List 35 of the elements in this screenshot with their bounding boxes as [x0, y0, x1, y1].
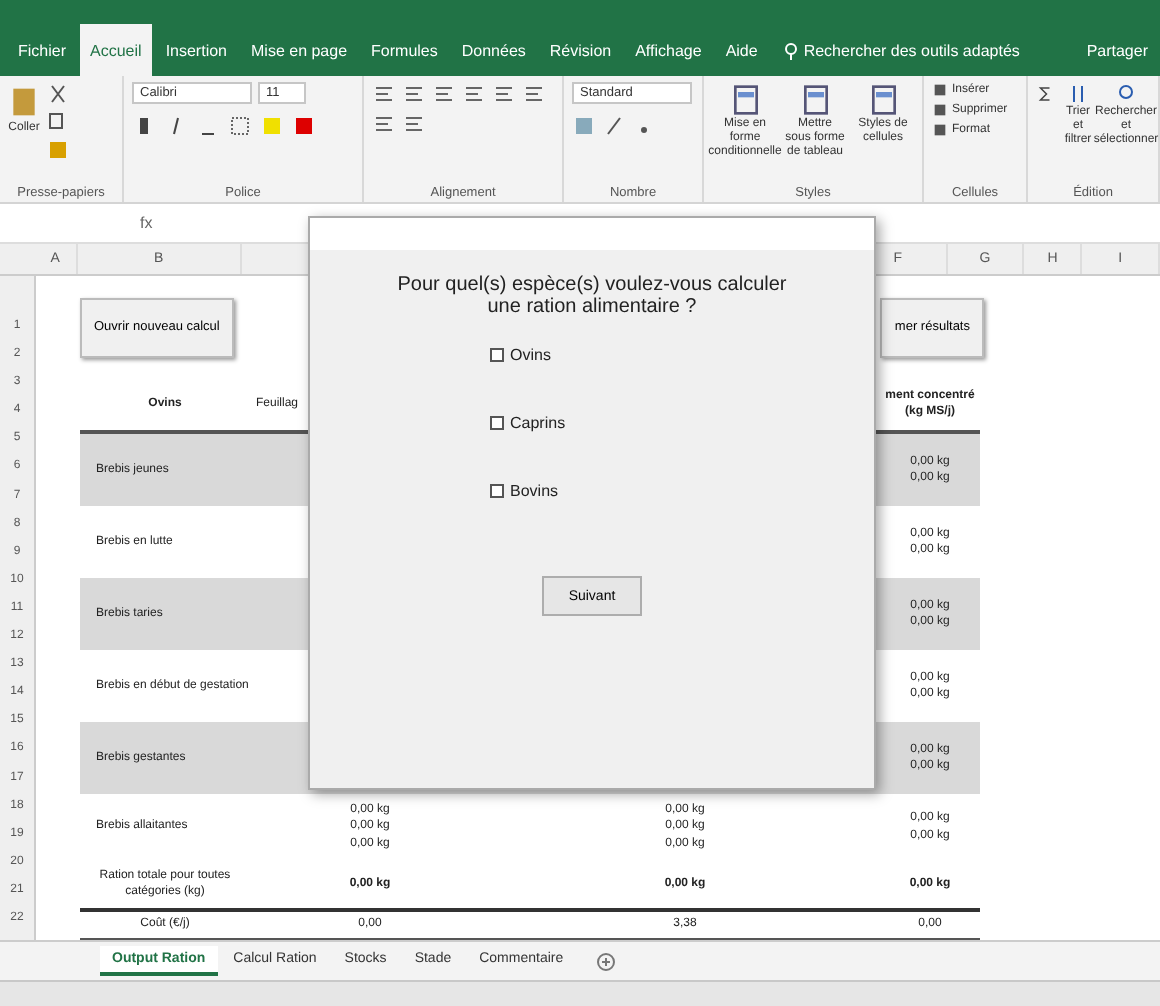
- dialog-question: Pour quel(s) espèce(s) voulez-vous calculer une ration alimentaire ?: [395, 274, 789, 318]
- align-icon[interactable]: [402, 112, 426, 136]
- species-checkbox[interactable]: Bovins: [490, 482, 566, 500]
- align-icon[interactable]: [372, 112, 396, 136]
- lightbulb-icon: [783, 41, 798, 59]
- font-color-icon[interactable]: [292, 114, 316, 138]
- add-sheet-icon[interactable]: [595, 951, 616, 971]
- table-style-icon[interactable]: [729, 82, 761, 118]
- search-field[interactable]: Rechercher des outils adaptés: [783, 24, 1020, 76]
- ribbon-tab[interactable]: Fichier: [8, 24, 77, 76]
- cut-icon[interactable]: [46, 82, 70, 106]
- ribbon-tab[interactable]: Formules: [361, 24, 448, 76]
- ribbon-tab[interactable]: Aide: [715, 24, 768, 76]
- align-icon[interactable]: [432, 82, 456, 106]
- autosum-icon[interactable]: [1036, 82, 1054, 106]
- species-checkbox[interactable]: Caprins: [490, 414, 566, 432]
- fill-color-icon[interactable]: [260, 114, 284, 138]
- ribbon-tab[interactable]: Données: [451, 24, 536, 76]
- percent-icon[interactable]: [602, 114, 626, 138]
- align-icon[interactable]: [372, 82, 396, 106]
- share-button[interactable]: Partager: [1086, 24, 1160, 76]
- align-icon[interactable]: [522, 82, 546, 106]
- formula-label: fx: [140, 214, 153, 232]
- ribbon-tab[interactable]: Insertion: [155, 24, 237, 76]
- align-icon[interactable]: [402, 82, 426, 106]
- table-style-icon[interactable]: [867, 82, 899, 118]
- align-icon[interactable]: [462, 82, 486, 106]
- ribbon-tab[interactable]: Affichage: [625, 24, 712, 76]
- ribbon-tab[interactable]: Accueil: [80, 24, 152, 76]
- species-checkbox[interactable]: Ovins: [490, 346, 566, 364]
- borders-icon[interactable]: [228, 114, 252, 138]
- ribbon-tab[interactable]: Mise en page: [241, 24, 358, 76]
- table-style-icon[interactable]: [799, 82, 831, 118]
- align-icon[interactable]: [492, 82, 516, 106]
- ribbon-tab[interactable]: Révision: [539, 24, 622, 76]
